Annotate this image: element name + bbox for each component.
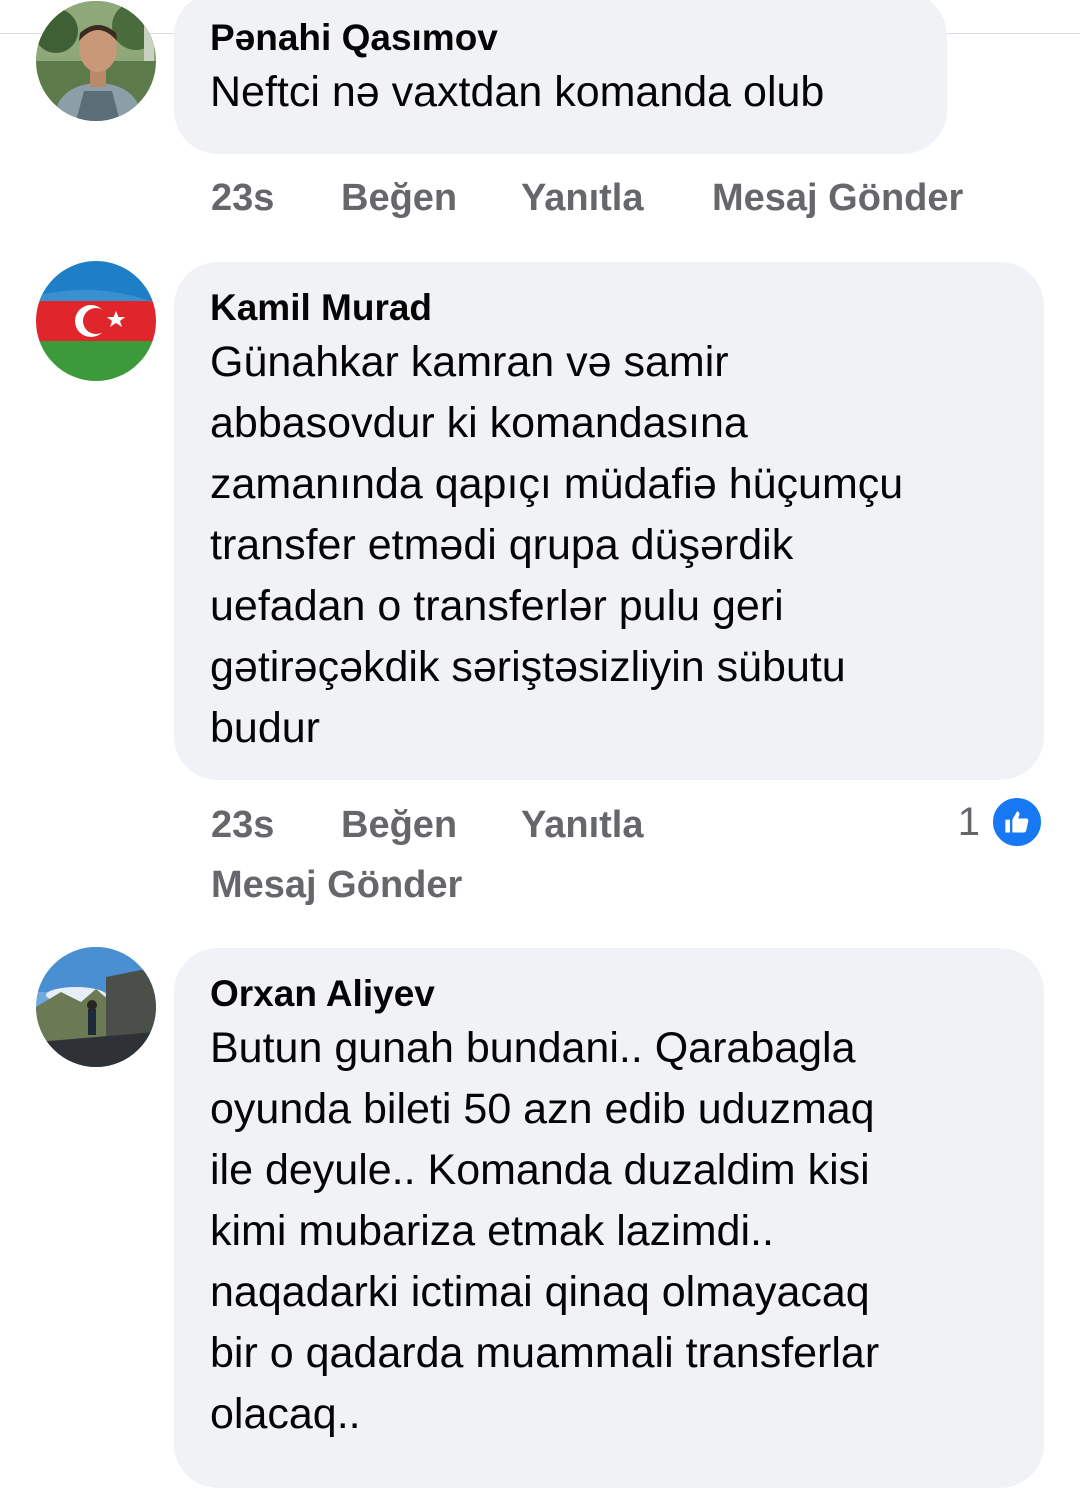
comment-author[interactable]: Orxan Aliyev <box>210 970 1008 1018</box>
like-button[interactable]: Beğen <box>341 168 457 228</box>
reply-button[interactable]: Yanıtla <box>521 795 644 855</box>
avatar[interactable] <box>36 1 156 121</box>
thumbs-up-icon <box>990 795 1044 849</box>
comment-text: Neftci nə vaxtdan komanda olub <box>210 68 825 116</box>
comment-author[interactable]: Kamil Murad <box>210 284 1008 332</box>
like-button[interactable]: Beğen <box>341 795 457 855</box>
send-message-button[interactable]: Mesaj Gönder <box>712 168 963 228</box>
comment-bubble: Pənahi Qasımov Neftci nə vaxtdan komanda… <box>174 0 947 154</box>
comment-text: Günahkar kamran və samir abbasovdur ki k… <box>210 338 904 752</box>
avatar[interactable] <box>36 947 156 1067</box>
comment-bubble: Orxan Aliyev Butun gunah bundani.. Qarab… <box>174 948 1044 1488</box>
comment-time[interactable]: 23s <box>211 795 274 855</box>
comment-bubble: Kamil Murad Günahkar kamran və samir abb… <box>174 262 1044 780</box>
comment-text: Butun gunah bundani.. Qarabagla oyunda b… <box>210 1024 880 1438</box>
reaction-summary[interactable]: 1 <box>958 795 1044 849</box>
reply-button[interactable]: Yanıtla <box>521 168 644 228</box>
comment-actions: 23s Beğen Yanıtla Mesaj Gönder <box>211 795 1011 915</box>
comment-actions: 23s Beğen Yanıtla Mesaj Gönder <box>211 168 1011 228</box>
send-message-button[interactable]: Mesaj Gönder <box>211 855 462 915</box>
avatar[interactable] <box>36 261 156 381</box>
comment-time[interactable]: 23s <box>211 168 274 228</box>
comment-author[interactable]: Pənahi Qasımov <box>210 14 911 62</box>
reaction-count: 1 <box>957 799 980 844</box>
